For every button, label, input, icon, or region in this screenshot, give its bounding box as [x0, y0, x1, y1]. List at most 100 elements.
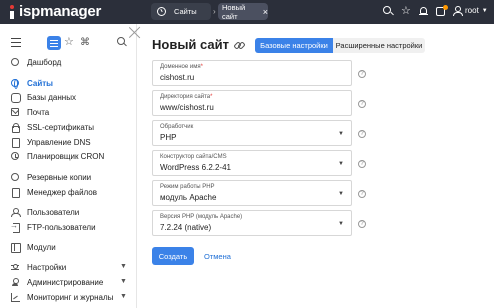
domain-name-field[interactable]: Доменное имя* cishost.ru: [152, 60, 352, 86]
sidebar-item-mail[interactable]: Почта: [0, 105, 137, 119]
sidebar-item-label: Мониторинг и журналы: [27, 293, 114, 302]
field-label: Доменное имя*: [160, 64, 203, 70]
tab-new-site-label: Новый сайт: [222, 2, 246, 21]
star-icon[interactable]: ☆: [401, 6, 412, 17]
settings-icon: [11, 263, 19, 271]
notifications-icon[interactable]: [436, 5, 448, 17]
help-icon[interactable]: ?: [358, 190, 366, 198]
chevron-down-icon: ▼: [338, 161, 344, 167]
chevron-down-icon: ▼: [338, 191, 344, 197]
handler-value: PHP: [160, 133, 177, 142]
app-name: ispmanager: [19, 3, 102, 20]
sidebar-item-label: Базы данных: [27, 93, 76, 102]
site-directory-field[interactable]: Директория сайта* www/cishost.ru: [152, 90, 352, 116]
search-icon[interactable]: [383, 6, 394, 17]
page-title: Новый сайт: [152, 37, 230, 52]
sidebar-item-users[interactable]: Пользователи: [0, 205, 137, 219]
help-icon[interactable]: ?: [358, 160, 366, 168]
menu-list-icon[interactable]: [47, 36, 61, 50]
php-version-value: 7.2.24 (native): [160, 223, 212, 232]
sidebar-item-settings[interactable]: Настройки ▼: [0, 260, 137, 274]
cancel-button[interactable]: Отмена: [204, 247, 231, 265]
help-icon[interactable]: ?: [358, 130, 366, 138]
ftp-icon: [10, 221, 20, 233]
close-icon[interactable]: [128, 26, 141, 39]
php-mode-select[interactable]: Режим работы PHP модуль Apache ▼: [152, 180, 352, 206]
database-icon: [11, 93, 21, 103]
bell-icon[interactable]: [418, 6, 429, 17]
tab-advanced-settings[interactable]: Расширенные настройки: [333, 38, 425, 53]
sidebar-item-backups[interactable]: Резервные копии: [0, 170, 137, 184]
link-icon[interactable]: [234, 40, 244, 50]
sidebar-item-sites[interactable]: Сайты: [0, 76, 137, 90]
tab-new-site[interactable]: Новый сайт ×: [218, 2, 268, 21]
chevron-down-icon: ▼: [120, 293, 127, 300]
sidebar-item-label: Менеджер файлов: [27, 188, 97, 197]
php-mode-value: модуль Apache: [160, 193, 217, 202]
field-label: Обработчик: [160, 124, 194, 130]
cms-select[interactable]: Конструктор сайта/CMS WordPress 6.2.2-41…: [152, 150, 352, 176]
sidebar-item-cron[interactable]: Планировщик CRON: [0, 149, 137, 163]
dns-icon: [11, 138, 20, 148]
sidebar-item-label: Администрирование: [27, 278, 104, 287]
help-icon[interactable]: ?: [358, 100, 366, 108]
help-icon[interactable]: ?: [358, 220, 366, 228]
top-bar: ispmanager Сайты › Новый сайт × ☆ root ▼: [0, 0, 494, 24]
sidebar-item-databases[interactable]: Базы данных: [0, 90, 137, 104]
sidebar-item-file-manager[interactable]: Менеджер файлов: [0, 185, 137, 199]
sidebar-item-label: Пользователи: [27, 208, 80, 217]
ispmanager-logo[interactable]: ispmanager: [7, 4, 101, 20]
sidebar-item-monitoring[interactable]: Мониторинг и журналы ▼: [0, 290, 137, 304]
tab-separator-icon: ›: [213, 7, 216, 16]
create-button[interactable]: Создать: [152, 247, 194, 265]
chevron-down-icon: ▼: [338, 131, 344, 137]
dashboard-icon: [157, 7, 166, 16]
handler-select[interactable]: Обработчик PHP ▼: [152, 120, 352, 146]
file-icon: [11, 188, 20, 198]
modules-icon: [11, 243, 21, 253]
network-icon[interactable]: ⌘: [80, 37, 90, 49]
backup-icon: [11, 173, 19, 181]
dashboard-icon: [11, 58, 19, 66]
domain-name-input[interactable]: cishost.ru: [160, 73, 194, 83]
sidebar-item-label: Модули: [27, 243, 56, 252]
field-label: Конструктор сайта/CMS: [160, 154, 227, 160]
sidebar-item-label: SSL-сертификаты: [27, 123, 95, 132]
tab-sites[interactable]: Сайты: [151, 3, 211, 20]
help-icon[interactable]: ?: [358, 70, 366, 78]
sidebar-item-label: Сайты: [27, 79, 53, 88]
monitoring-icon: [11, 293, 20, 302]
user-menu[interactable]: root ▼: [453, 6, 488, 16]
chevron-down-icon: ▼: [338, 221, 344, 227]
sidebar-item-label: Управление DNS: [27, 138, 91, 147]
field-label: Директория сайта*: [160, 94, 213, 100]
chevron-down-icon: ▼: [120, 263, 127, 270]
sidebar-item-administration[interactable]: Администрирование ▼: [0, 275, 137, 289]
chevron-down-icon: ▼: [120, 278, 127, 285]
sidebar-item-dashboard[interactable]: Дашборд: [0, 55, 137, 69]
globe-icon: [11, 79, 19, 89]
sidebar-item-ssl[interactable]: SSL-сертификаты: [0, 120, 137, 134]
sidebar-item-label: Почта: [27, 108, 50, 117]
sidebar-item-label: Настройки: [27, 263, 67, 272]
tab-basic-settings[interactable]: Базовые настройки: [255, 38, 333, 53]
sidebar-toolbar: ☆ ⌘: [0, 36, 137, 50]
sidebar-item-modules[interactable]: Модули: [0, 240, 137, 254]
site-directory-input[interactable]: www/cishost.ru: [160, 103, 214, 113]
tab-close-icon[interactable]: ×: [263, 7, 268, 17]
sidebar-item-label: Дашборд: [27, 58, 62, 67]
hamburger-menu-icon[interactable]: [11, 38, 21, 48]
php-version-select[interactable]: Версия PHP (модуль Apache) 7.2.24 (nativ…: [152, 210, 352, 236]
lock-icon: [11, 123, 20, 133]
sidebar-item-label: FTP-пользователи: [27, 223, 96, 232]
clock-icon: [11, 152, 19, 160]
sidebar-item-ftp-users[interactable]: FTP-пользователи: [0, 220, 137, 234]
field-label: Режим работы PHP: [160, 184, 215, 190]
user-name: root: [465, 6, 479, 15]
favorites-star-icon[interactable]: ☆: [64, 36, 74, 49]
sidebar-item-dns[interactable]: Управление DNS: [0, 135, 137, 149]
sidebar-item-label: Планировщик CRON: [27, 152, 105, 161]
mail-icon: [11, 108, 19, 116]
field-label: Версия PHP (модуль Apache): [160, 214, 243, 220]
sidebar-search-icon[interactable]: [117, 37, 128, 48]
